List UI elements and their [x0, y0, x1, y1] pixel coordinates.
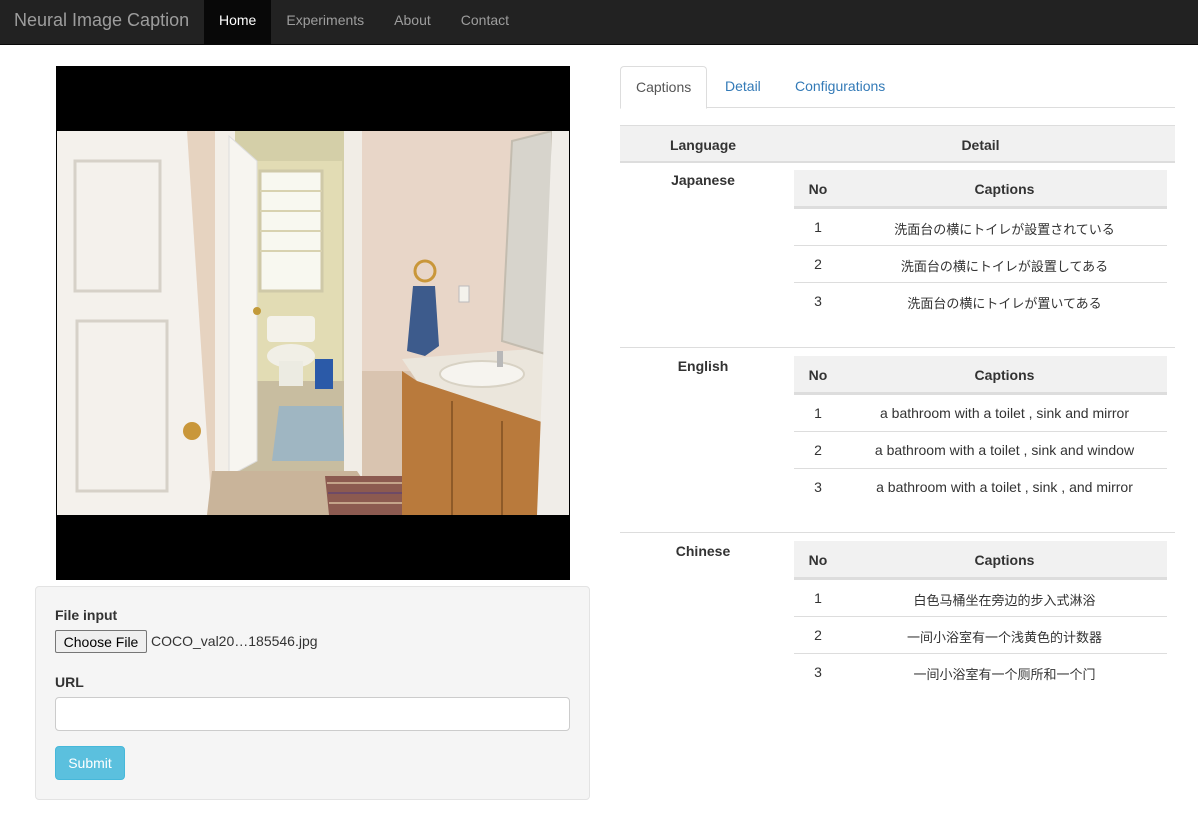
caption-row: 2 a bathroom with a toilet , sink and wi…	[794, 431, 1167, 468]
caption-no: 1	[814, 219, 822, 235]
upload-form: File input Choose File COCO_val20…185546…	[35, 586, 590, 800]
caption-no: 3	[814, 293, 822, 309]
caption-table: No Captions 1 a bathroom with a toilet ,…	[794, 356, 1167, 505]
header-captions: Captions	[974, 181, 1035, 197]
caption-text: 洗面台の横にトイレが置いてある	[907, 297, 1102, 312]
caption-table-header: No Captions	[794, 170, 1167, 208]
caption-no: 3	[814, 664, 822, 680]
caption-text: 一间小浴室有一个浅黄色的计数器	[906, 631, 1102, 646]
caption-table: No Captions 1 白色马桶坐在旁边的步入式淋浴 2 一间小浴室有一个浅…	[794, 541, 1167, 690]
caption-no: 2	[814, 627, 822, 643]
caption-text: a bathroom with a toilet , sink , and mi…	[876, 479, 1133, 495]
uploaded-image-preview	[56, 66, 570, 580]
captions-table-header: Language Detail	[620, 125, 1175, 163]
caption-no: 3	[814, 479, 822, 495]
nav-item-home[interactable]: Home	[204, 0, 272, 45]
caption-row: 2 洗面台の横にトイレが設置してある	[794, 245, 1167, 282]
url-input[interactable]	[55, 697, 570, 731]
brand-title[interactable]: Neural Image Caption	[14, 0, 189, 45]
header-no: No	[808, 367, 828, 383]
caption-row: 3 a bathroom with a toilet , sink , and …	[794, 468, 1167, 505]
caption-no: 2	[814, 442, 822, 458]
caption-text: 洗面台の横にトイレが設置してある	[900, 260, 1109, 275]
tab-captions[interactable]: Captions	[620, 66, 708, 109]
caption-no: 1	[814, 405, 822, 421]
language-row-english: English No Captions 1 a bathroom with a …	[620, 347, 1175, 532]
caption-no: 1	[814, 590, 822, 606]
caption-table: No Captions 1 洗面台の横にトイレが設置されている 2 洗面台の横に…	[794, 170, 1167, 319]
header-no: No	[808, 552, 828, 568]
caption-table-header: No Captions	[794, 356, 1167, 394]
header-captions: Captions	[974, 552, 1035, 568]
header-language: Language	[669, 137, 737, 153]
caption-row: 3 一间小浴室有一个厕所和一个门	[794, 653, 1167, 690]
caption-text: a bathroom with a toilet , sink and mirr…	[880, 405, 1129, 421]
navbar: Neural Image Caption Home Experiments Ab…	[0, 0, 1198, 45]
caption-no: 2	[814, 256, 822, 272]
header-captions: Captions	[974, 367, 1035, 383]
result-tabs: Captions Detail Configurations	[620, 66, 1175, 109]
caption-text: 洗面台の横にトイレが設置されている	[894, 223, 1115, 238]
caption-row: 1 白色马桶坐在旁边的步入式淋浴	[794, 579, 1167, 616]
nav-menu: Home Experiments About Contact	[204, 0, 524, 45]
captions-table: Language Detail	[620, 125, 1175, 163]
choose-file-button[interactable]: Choose File	[55, 630, 147, 653]
file-input-label: File input	[55, 607, 118, 623]
language-name: English	[677, 358, 729, 374]
tab-configurations[interactable]: Configurations	[780, 66, 900, 108]
caption-text: a bathroom with a toilet , sink and wind…	[874, 442, 1135, 458]
language-row-japanese: Japanese No Captions 1 洗面台の横にトイレが設置されている…	[620, 162, 1175, 347]
url-label: URL	[55, 674, 84, 690]
caption-row: 3 洗面台の横にトイレが置いてある	[794, 282, 1167, 319]
nav-item-contact[interactable]: Contact	[446, 0, 524, 45]
caption-row: 2 一间小浴室有一个浅黄色的计数器	[794, 616, 1167, 653]
caption-text: 白色马桶坐在旁边的步入式淋浴	[913, 594, 1096, 609]
header-no: No	[808, 181, 828, 197]
selected-file-name: COCO_val20…185546.jpg	[151, 633, 318, 649]
tab-detail[interactable]: Detail	[710, 66, 776, 108]
caption-text: 一间小浴室有一个厕所和一个门	[913, 668, 1096, 683]
header-detail: Detail	[961, 137, 1000, 153]
caption-table-header: No Captions	[794, 541, 1167, 579]
bathroom-photo	[57, 131, 569, 515]
caption-row: 1 洗面台の横にトイレが設置されている	[794, 208, 1167, 245]
language-name: Japanese	[671, 172, 735, 188]
nav-item-about[interactable]: About	[379, 0, 446, 45]
language-row-chinese: Chinese No Captions 1 白色马桶坐在旁边的步入式淋浴 2 一…	[620, 532, 1175, 717]
language-name: Chinese	[675, 543, 731, 559]
submit-button[interactable]: Submit	[55, 746, 125, 780]
caption-row: 1 a bathroom with a toilet , sink and mi…	[794, 394, 1167, 431]
nav-item-experiments[interactable]: Experiments	[271, 0, 379, 45]
